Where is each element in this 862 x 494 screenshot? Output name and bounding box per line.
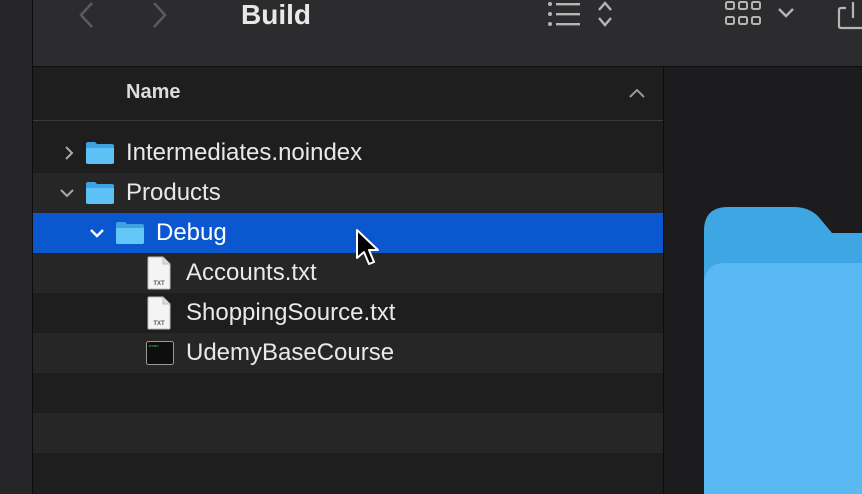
- mouse-pointer-icon: [356, 229, 379, 265]
- chevron-down-icon: [778, 8, 794, 18]
- folder-icon: [116, 222, 144, 244]
- back-button[interactable]: [77, 2, 97, 33]
- sort-button[interactable]: [595, 0, 615, 35]
- list-item-label: ShoppingSource.txt: [186, 299, 396, 326]
- sidebar-edge: [0, 0, 33, 494]
- list-item-label: Debug: [156, 219, 227, 246]
- text-file-icon: TXT: [147, 256, 171, 290]
- list-item-label: UdemyBaseCourse: [186, 339, 395, 366]
- file-badge: TXT: [153, 281, 165, 287]
- empty-row: [33, 413, 663, 453]
- text-file-icon: TXT: [147, 296, 171, 330]
- chevron-left-icon: [79, 2, 93, 28]
- sort-ascending-icon[interactable]: [629, 88, 645, 98]
- grid-view-icon: [725, 1, 761, 25]
- list-view-icon: [548, 2, 580, 26]
- list-item[interactable]: Intermediates.noindex: [33, 133, 663, 173]
- terminal-executable-icon: exec: [146, 341, 174, 365]
- list-item[interactable]: TXT Accounts.txt: [33, 253, 663, 293]
- exec-badge: exec: [149, 345, 159, 349]
- list-item-label: Products: [126, 179, 221, 206]
- empty-row: [33, 453, 663, 493]
- toolbar: Build: [33, 0, 862, 67]
- folder-preview-icon: [704, 207, 862, 494]
- chevron-right-icon: [153, 2, 167, 28]
- grid-view-button[interactable]: [725, 0, 763, 35]
- list-item-label: Accounts.txt: [186, 259, 317, 286]
- list-item[interactable]: Products: [33, 173, 663, 213]
- sort-updown-icon: [598, 1, 612, 27]
- view-options-button[interactable]: [547, 0, 583, 35]
- window-title: Build: [241, 0, 311, 30]
- forward-button[interactable]: [149, 2, 169, 33]
- file-badge: TXT: [153, 321, 165, 327]
- list-item[interactable]: exec UdemyBaseCourse: [33, 333, 663, 373]
- share-icon: [837, 2, 862, 30]
- grid-view-menu-button[interactable]: [777, 4, 795, 27]
- list-item-label: Intermediates.noindex: [126, 139, 363, 166]
- preview-pane: [664, 67, 862, 494]
- folder-icon: [86, 142, 114, 164]
- share-button[interactable]: [837, 0, 862, 35]
- empty-row: [33, 373, 663, 413]
- list-item-selected[interactable]: Debug: [33, 213, 663, 253]
- folder-icon: [86, 182, 114, 204]
- column-header-name[interactable]: Name: [126, 81, 180, 104]
- disclosure-expanded-icon[interactable]: [59, 185, 75, 201]
- list-item[interactable]: TXT ShoppingSource.txt: [33, 293, 663, 333]
- column-header[interactable]: Name: [33, 67, 663, 121]
- file-list: Name Intermediates.noindex Products Debu…: [33, 67, 664, 494]
- disclosure-collapsed-icon[interactable]: [61, 145, 77, 161]
- disclosure-expanded-icon[interactable]: [89, 225, 105, 241]
